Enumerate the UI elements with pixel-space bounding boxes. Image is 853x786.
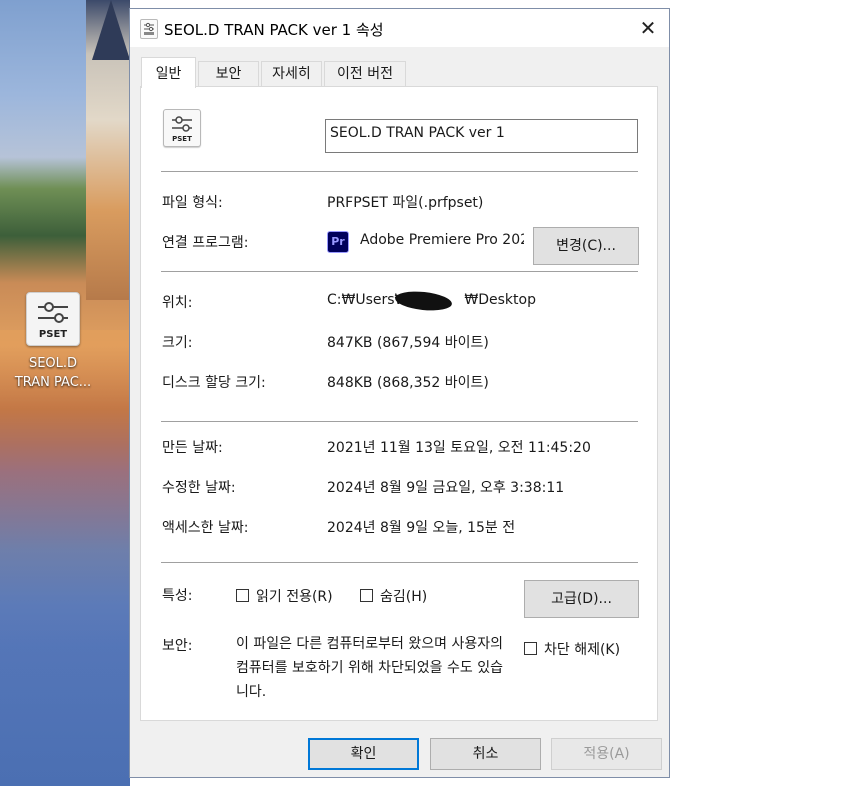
created-value: 2021년 11월 13일 토요일, 오전 11:45:20 [327, 440, 591, 456]
location-suffix: ₩Desktop [464, 292, 536, 308]
unblock-checkbox[interactable] [524, 642, 537, 655]
open-with-label: 연결 프로그램: [162, 235, 249, 251]
close-button[interactable]: ✕ [637, 17, 659, 39]
readonly-checkbox[interactable] [236, 589, 249, 602]
unblock-label: 차단 해제(K) [544, 642, 621, 658]
desktop-icon-badge: PSET [39, 329, 67, 340]
desktop-icon-label-line2: TRAN PAC... [14, 375, 92, 390]
modified-label: 수정한 날짜: [162, 480, 236, 496]
accessed-label: 액세스한 날짜: [162, 520, 249, 536]
location-label: 위치: [162, 295, 193, 311]
hidden-label: 숨김(H) [380, 589, 428, 605]
properties-dialog: SEOL.D TRAN PACK ver 1 속성 ✕ 일반 보안 자세히 이전… [129, 8, 670, 778]
hidden-checkbox[interactable] [360, 589, 373, 602]
separator [161, 271, 638, 272]
modified-value: 2024년 8월 9일 금요일, 오후 3:38:11 [327, 480, 565, 496]
ok-button[interactable]: 확인 [308, 738, 419, 770]
tab-details[interactable]: 자세히 [261, 61, 322, 87]
file-icon-badge: PSET [172, 135, 192, 143]
window-title: SEOL.D TRAN PACK ver 1 속성 [164, 21, 384, 39]
castle-roof [92, 0, 130, 60]
premiere-pro-icon: Pr [327, 231, 349, 253]
separator [161, 562, 638, 563]
advanced-button[interactable]: 고급(D)... [524, 580, 639, 618]
tab-general[interactable]: 일반 [141, 57, 196, 88]
water-reflection [0, 330, 130, 786]
pset-file-icon: PSET [163, 109, 201, 147]
file-settings-icon [140, 19, 158, 39]
open-with-value: Adobe Premiere Pro 2024 [360, 232, 524, 248]
tab-previous-versions[interactable]: 이전 버전 [324, 61, 406, 87]
title-bar[interactable]: SEOL.D TRAN PACK ver 1 속성 ✕ [130, 9, 669, 47]
apply-button[interactable]: 적용(A) [551, 738, 662, 770]
security-warning-text: 이 파일은 다른 컴퓨터로부터 왔으며 사용자의 컴퓨터를 보호하기 위해 차단… [236, 636, 503, 700]
file-name-field[interactable]: SEOL.D TRAN PACK ver 1 [325, 119, 638, 153]
file-type-label: 파일 형식: [162, 195, 223, 211]
separator [161, 171, 638, 172]
file-type-value: PRFPSET 파일(.prfpset) [327, 195, 484, 211]
pset-file-icon: PSET [26, 292, 80, 346]
close-icon: ✕ [639, 16, 657, 40]
disk-size-label: 디스크 할당 크기: [162, 375, 266, 391]
separator [161, 421, 638, 422]
tab-security[interactable]: 보안 [198, 61, 259, 87]
general-panel: PSET SEOL.D TRAN PACK ver 1 파일 형식: PRFPS… [140, 86, 658, 721]
desktop-icon-label: SEOL.D TRAN PAC... [12, 354, 94, 392]
cancel-button[interactable]: 취소 [430, 738, 541, 770]
disk-size-value: 848KB (868,352 바이트) [327, 375, 489, 391]
desktop-wallpaper [0, 0, 130, 786]
accessed-value: 2024년 8월 9일 오늘, 15분 전 [327, 520, 516, 536]
desktop-file-shortcut[interactable]: PSET SEOL.D TRAN PAC... [12, 292, 94, 392]
change-button[interactable]: 변경(C)... [533, 227, 639, 265]
size-label: 크기: [162, 335, 193, 351]
created-label: 만든 날짜: [162, 440, 223, 456]
attributes-label: 특성: [162, 588, 193, 604]
desktop-icon-label-line1: SEOL.D [28, 356, 78, 371]
size-value: 847KB (867,594 바이트) [327, 335, 489, 351]
security-label: 보안: [162, 638, 193, 654]
readonly-label: 읽기 전용(R) [256, 589, 333, 605]
